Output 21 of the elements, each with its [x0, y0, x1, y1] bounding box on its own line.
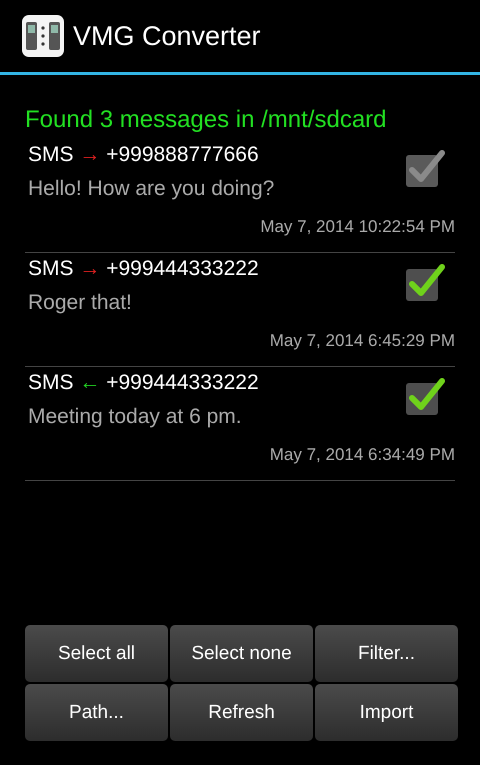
checkbox[interactable] — [404, 262, 446, 302]
checkbox[interactable] — [404, 376, 446, 416]
action-button[interactable]: Filter... — [315, 625, 458, 682]
action-button[interactable]: Select none — [170, 625, 313, 682]
app-title: VMG Converter — [73, 20, 261, 52]
phones-icon — [22, 15, 64, 57]
message-date: May 7, 2014 6:34:49 PM — [270, 444, 455, 466]
action-button[interactable]: Import — [315, 684, 458, 741]
message-text: Hello! How are you doing? — [27, 176, 276, 202]
action-button[interactable]: Path... — [25, 684, 168, 741]
message-header: SMS → +999888777666 — [27, 142, 260, 168]
checkbox[interactable] — [404, 148, 446, 188]
message-date: May 7, 2014 10:22:54 PM — [260, 216, 455, 238]
action-button[interactable]: Select all — [25, 625, 168, 682]
message-text: Meeting today at 6 pm. — [27, 404, 243, 430]
action-button[interactable]: Refresh — [170, 684, 313, 741]
message-header: SMS → +999444333222 — [27, 256, 260, 282]
message-text: Roger that! — [27, 290, 133, 316]
message-date: May 7, 2014 6:45:29 PM — [270, 330, 455, 352]
message-header: SMS ← +999444333222 — [27, 370, 260, 396]
status-text: Found 3 messages in /mnt/sdcard — [25, 105, 388, 135]
